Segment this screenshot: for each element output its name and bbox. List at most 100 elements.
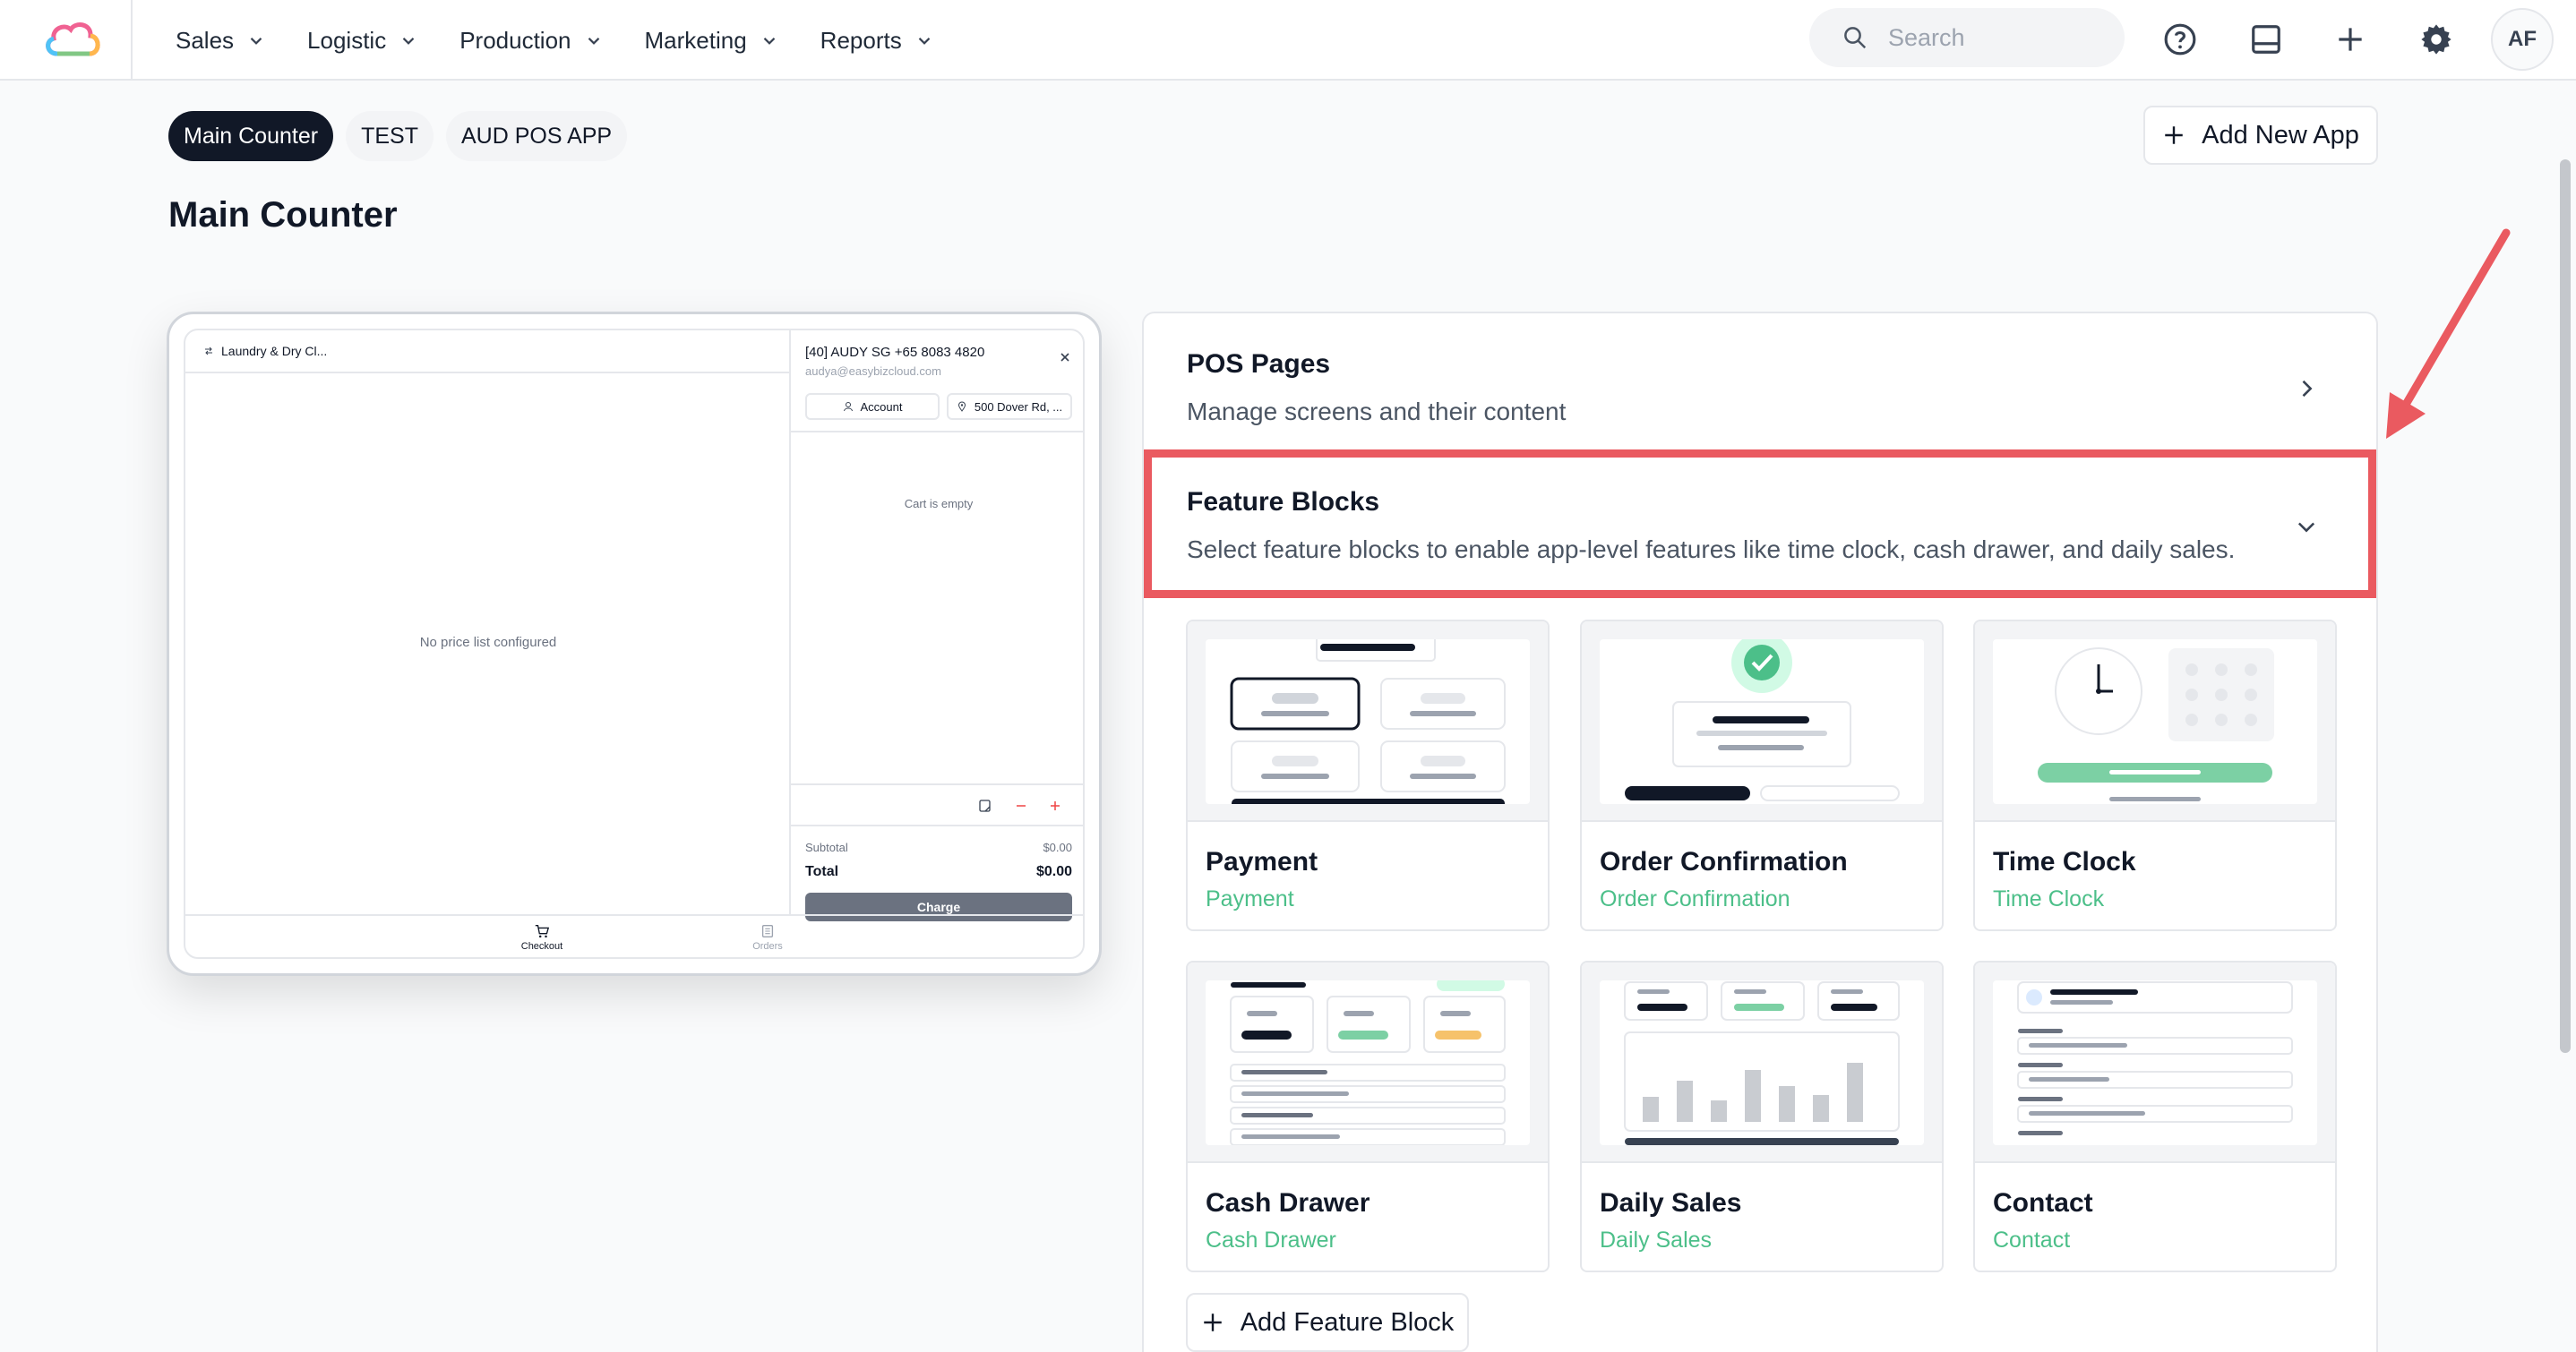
help-icon (2164, 23, 2196, 56)
preview-total-row: Total $0.00 (805, 864, 1072, 880)
app-tabs: Main Counter TEST AUD POS APP (168, 111, 628, 161)
cloud-logo-icon[interactable] (41, 14, 104, 64)
close-icon[interactable] (1058, 350, 1072, 364)
feature-subtitle: Daily Sales (1600, 1228, 1713, 1253)
preview-store-label: Laundry & Dry Cl... (221, 344, 328, 358)
contact-preview-icon (1993, 980, 2317, 1145)
preview-cart-pane: [40] AUDY SG +65 8083 4820 audya@easybiz… (791, 330, 1083, 921)
order-confirmation-preview-icon (1600, 639, 1924, 804)
plus-icon[interactable] (1047, 798, 1063, 814)
daily-sales-preview-icon (1600, 980, 1924, 1145)
preview-customer-name: [40] AUDY SG +65 8083 4820 (805, 345, 985, 360)
preview-total-value: $0.00 (1035, 864, 1072, 879)
search-bar[interactable] (1809, 8, 2125, 67)
chevron-down-icon (918, 38, 930, 45)
feature-subtitle: Cash Drawer (1206, 1228, 1336, 1253)
nav-label: Reports (820, 26, 902, 54)
add-feature-block-label: Add Feature Block (1240, 1307, 1455, 1337)
chevron-down-icon (763, 38, 775, 45)
preview-tab-orders[interactable]: Orders (732, 923, 803, 952)
map-pin-icon (957, 401, 966, 412)
pos-pages-row[interactable]: POS Pages Manage screens and their conte… (1187, 349, 2333, 448)
preview-address-button[interactable]: 500 Dover Rd, ... (947, 393, 1072, 420)
tab-main-counter[interactable]: Main Counter (168, 111, 334, 161)
preview-tab-checkout[interactable]: Checkout (506, 923, 578, 952)
list-icon (761, 925, 774, 937)
add-new-app-button[interactable]: Add New App (2143, 106, 2378, 165)
pos-preview-tablet: Laundry & Dry Cl... No price list config… (167, 312, 1102, 976)
avatar[interactable]: AF (2491, 8, 2554, 71)
feature-subtitle: Order Confirmation (1600, 886, 1790, 911)
add-feature-block-button[interactable]: Add Feature Block (1186, 1293, 1469, 1352)
pos-pages-description: Manage screens and their content (1187, 398, 1567, 425)
nav-production[interactable]: Production (459, 27, 603, 55)
feature-name: Order Confirmation (1600, 847, 1848, 877)
minus-icon[interactable] (1013, 798, 1029, 814)
help-button[interactable] (2159, 18, 2202, 61)
feature-subtitle: Contact (1993, 1228, 2071, 1253)
gear-icon (2421, 24, 2451, 55)
preview-account-button[interactable]: Account (805, 393, 940, 420)
top-navbar: Sales Logistic Production Marketing Repo… (0, 0, 2576, 81)
feature-card-order-confirmation[interactable]: Order Confirmation Order Confirmation (1580, 620, 1944, 931)
tab-test[interactable]: TEST (346, 111, 434, 161)
search-icon (1844, 27, 1867, 49)
inbox-button[interactable] (2245, 18, 2288, 61)
feature-thumbnail (1975, 621, 2335, 822)
nav-sales[interactable]: Sales (176, 27, 266, 55)
pos-pages-title: POS Pages (1187, 349, 1331, 379)
feature-name: Contact (1993, 1188, 2093, 1218)
feature-thumbnail (1582, 621, 1942, 822)
time-clock-preview-icon (1993, 639, 2317, 804)
preview-subtotal-label: Subtotal (805, 841, 848, 854)
logo-divider (131, 0, 133, 81)
tab-aud-pos-app[interactable]: AUD POS APP (445, 111, 628, 161)
preview-cart-area: Cart is empty (791, 431, 1083, 783)
nav-label: Production (459, 26, 571, 54)
feature-name: Time Clock (1993, 847, 2136, 877)
preview-bottom-bar: Checkout Orders (185, 914, 1083, 957)
preview-store-header: Laundry & Dry Cl... (185, 330, 789, 373)
feature-card-payment[interactable]: Payment Payment (1186, 620, 1550, 931)
preview-tab-label: Checkout (520, 941, 563, 952)
preview-empty-price-text: No price list configured (419, 635, 557, 650)
nav-reports[interactable]: Reports (820, 27, 934, 55)
feature-thumbnail (1188, 963, 1548, 1163)
feature-card-time-clock[interactable]: Time Clock Time Clock (1973, 620, 2337, 931)
preview-customer-email: audya@easybizcloud.com (805, 364, 941, 378)
cash-drawer-preview-icon (1206, 980, 1530, 1145)
feature-card-contact[interactable]: Contact Contact (1973, 961, 2337, 1272)
avatar-initials: AF (2508, 27, 2537, 51)
feature-subtitle: Payment (1206, 886, 1294, 911)
feature-card-cash-drawer[interactable]: Cash Drawer Cash Drawer (1186, 961, 1550, 1272)
cart-icon (535, 925, 550, 938)
settings-button[interactable] (2415, 18, 2458, 61)
add-button[interactable] (2329, 18, 2372, 61)
add-new-app-label: Add New App (2202, 120, 2359, 150)
nav-label: Marketing (644, 26, 747, 54)
pos-preview-screen: Laundry & Dry Cl... No price list config… (184, 329, 1085, 959)
chevron-down-icon (402, 38, 415, 45)
preview-total-label: Total (805, 864, 839, 879)
search-input[interactable] (1888, 23, 2094, 52)
annotation-arrow-icon (2386, 228, 2511, 439)
feature-name: Cash Drawer (1206, 1188, 1370, 1218)
nav-logistic[interactable]: Logistic (307, 27, 418, 55)
preview-product-pane: Laundry & Dry Cl... No price list config… (185, 330, 791, 914)
main-nav: Sales Logistic Production Marketing Repo… (176, 0, 934, 81)
plus-icon (2339, 28, 2362, 51)
feature-name: Daily Sales (1600, 1188, 1742, 1218)
feature-thumbnail (1975, 963, 2335, 1163)
page-title: Main Counter (168, 195, 398, 235)
preview-subtotal-value: $0.00 (1043, 841, 1072, 854)
nav-label: Sales (176, 26, 235, 54)
nav-marketing[interactable]: Marketing (645, 27, 779, 55)
preview-charge-label: Charge (916, 900, 961, 914)
feature-card-daily-sales[interactable]: Daily Sales Daily Sales (1580, 961, 1944, 1272)
plus-icon (2165, 126, 2183, 144)
note-icon[interactable] (977, 798, 993, 814)
page-scrollbar[interactable] (2560, 159, 2571, 1053)
feature-thumbnail (1582, 963, 1942, 1163)
feature-name: Payment (1206, 847, 1318, 877)
plus-icon (1203, 1313, 1222, 1331)
